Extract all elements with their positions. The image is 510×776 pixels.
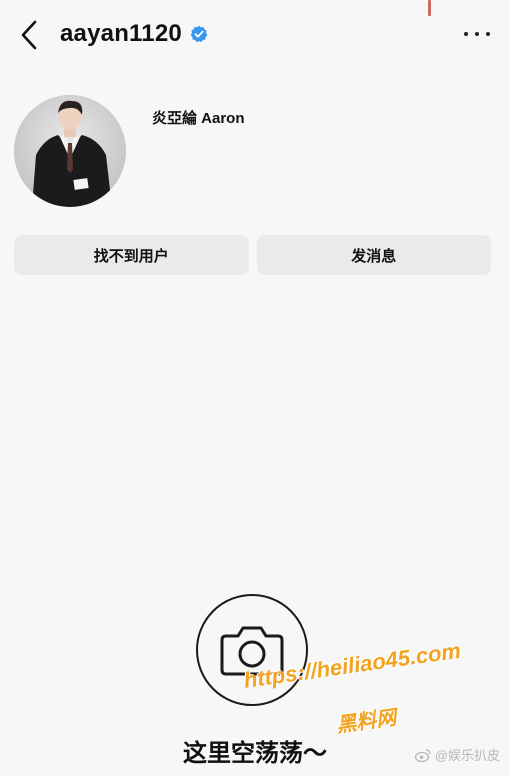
more-options-button[interactable] [464, 24, 490, 44]
back-button[interactable] [14, 18, 44, 52]
username-text: aayan1120 [60, 20, 182, 47]
more-dot [486, 32, 490, 36]
weibo-watermark: @娱乐扒皮 [414, 745, 500, 764]
weibo-watermark-text: @娱乐扒皮 [434, 748, 500, 763]
verified-badge-icon [190, 25, 208, 43]
chevron-left-icon [21, 20, 37, 50]
profile-actions: 找不到用户 发消息 [14, 235, 491, 275]
display-name: 炎亞綸 Aaron [152, 110, 245, 127]
profile-header: aayan1120 [0, 0, 510, 70]
more-dot [475, 32, 479, 36]
weibo-icon [414, 748, 431, 762]
avatar[interactable] [14, 95, 126, 207]
username-title: aayan1120 [60, 20, 208, 48]
more-dot [464, 32, 468, 36]
send-message-button[interactable]: 发消息 [256, 235, 491, 275]
user-not-found-button[interactable]: 找不到用户 [14, 235, 249, 275]
